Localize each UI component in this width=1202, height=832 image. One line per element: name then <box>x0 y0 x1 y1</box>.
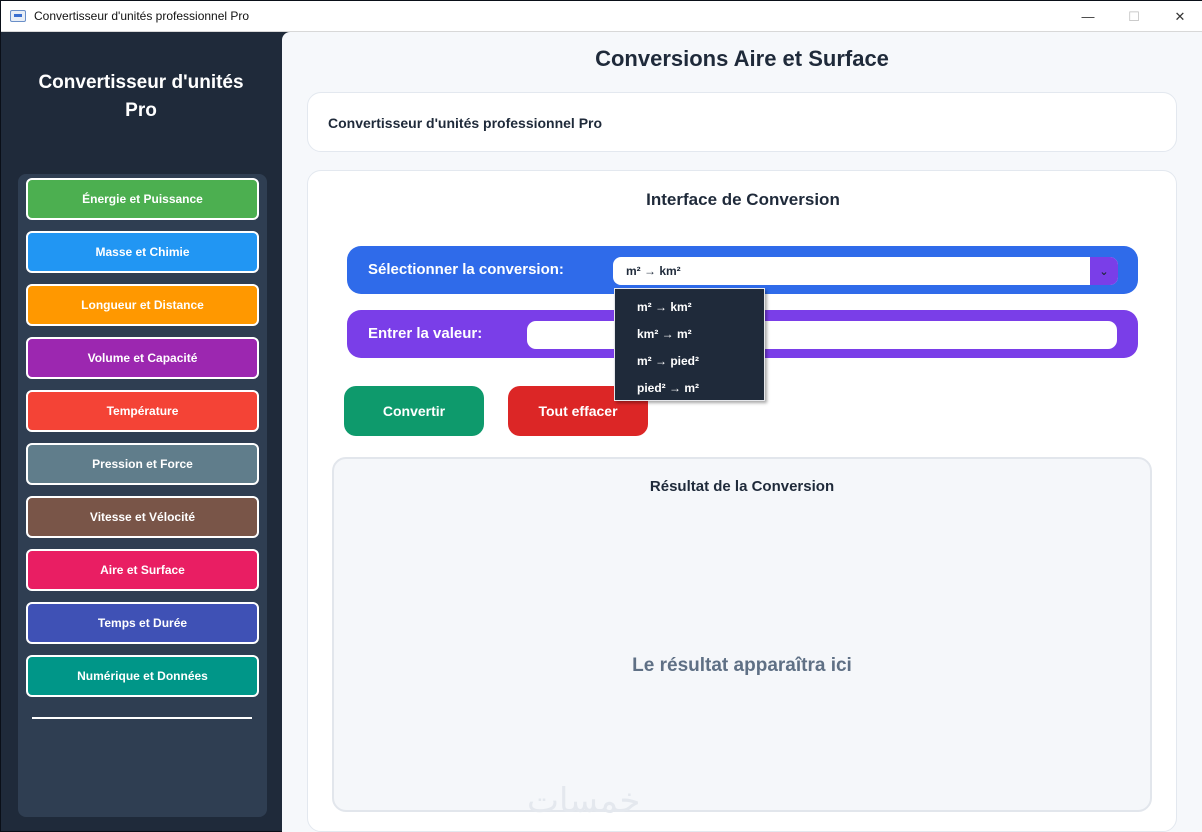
selected-conversion: m² → km² <box>626 264 681 278</box>
info-text: Convertisseur d'unités professionnel Pro <box>328 115 603 131</box>
window-title: Convertisseur d'unités professionnel Pro <box>34 9 250 23</box>
title-bar: Convertisseur d'unités professionnel Pro… <box>1 1 1202 32</box>
sidebar-item-energie[interactable]: Énergie et Puissance <box>26 178 259 220</box>
conversion-card: Interface de Conversion Sélectionner la … <box>307 170 1177 832</box>
result-panel: Résultat de la Conversion Le résultat ap… <box>332 457 1152 812</box>
dropdown-option[interactable]: m² → km² <box>615 293 764 320</box>
minimize-button[interactable]: — <box>1065 1 1111 32</box>
sidebar-item-volume[interactable]: Volume et Capacité <box>26 337 259 379</box>
close-button[interactable]: ✕ <box>1157 1 1202 32</box>
result-title: Résultat de la Conversion <box>649 478 835 495</box>
value-label: Entrer la valeur: <box>368 325 483 342</box>
select-label: Sélectionner la conversion: <box>368 261 564 278</box>
sidebar-item-aire[interactable]: Aire et Surface <box>26 549 259 591</box>
result-placeholder: Le résultat apparaîtra ici <box>632 655 852 676</box>
conversion-select-row: Sélectionner la conversion: m² → km² ⌄ <box>347 246 1138 294</box>
app-icon <box>10 10 26 22</box>
window-controls: — ☐ ✕ <box>1065 1 1202 32</box>
sidebar-item-numerique[interactable]: Numérique et Données <box>26 655 259 697</box>
sidebar-title: Convertisseur d'unités Pro <box>38 72 244 121</box>
chevron-down-icon[interactable]: ⌄ <box>1090 257 1118 285</box>
sidebar-item-temperature[interactable]: Température <box>26 390 259 432</box>
sidebar-item-longueur[interactable]: Longueur et Distance <box>26 284 259 326</box>
page-title: Conversions Aire et Surface <box>595 46 889 71</box>
sidebar-divider <box>32 717 252 719</box>
sidebar-item-temps[interactable]: Temps et Durée <box>26 602 259 644</box>
conversion-interface-title: Interface de Conversion <box>646 190 840 209</box>
dropdown-option[interactable]: pied² → m² <box>615 374 764 401</box>
dropdown-option[interactable]: m² → pied² <box>615 347 764 374</box>
convert-button[interactable]: Convertir <box>344 386 484 436</box>
dropdown-option[interactable]: km² → m² <box>615 320 764 347</box>
watermark-logo: خمسات <box>527 781 641 821</box>
conversion-dropdown-list: m² → km² km² → m² m² → pied² pied² → m² <box>614 288 765 401</box>
sidebar-nav: Énergie et Puissance Masse et Chimie Lon… <box>18 174 267 817</box>
conversion-select[interactable]: m² → km² ⌄ <box>613 257 1118 285</box>
sidebar-item-pression[interactable]: Pression et Force <box>26 443 259 485</box>
main-content: Conversions Aire et Surface Convertisseu… <box>282 32 1202 832</box>
maximize-button[interactable]: ☐ <box>1111 1 1157 32</box>
info-card: Convertisseur d'unités professionnel Pro <box>307 92 1177 152</box>
sidebar-item-vitesse[interactable]: Vitesse et Vélocité <box>26 496 259 538</box>
app-window: Convertisseur d'unités professionnel Pro… <box>0 0 1202 832</box>
sidebar-item-masse[interactable]: Masse et Chimie <box>26 231 259 273</box>
